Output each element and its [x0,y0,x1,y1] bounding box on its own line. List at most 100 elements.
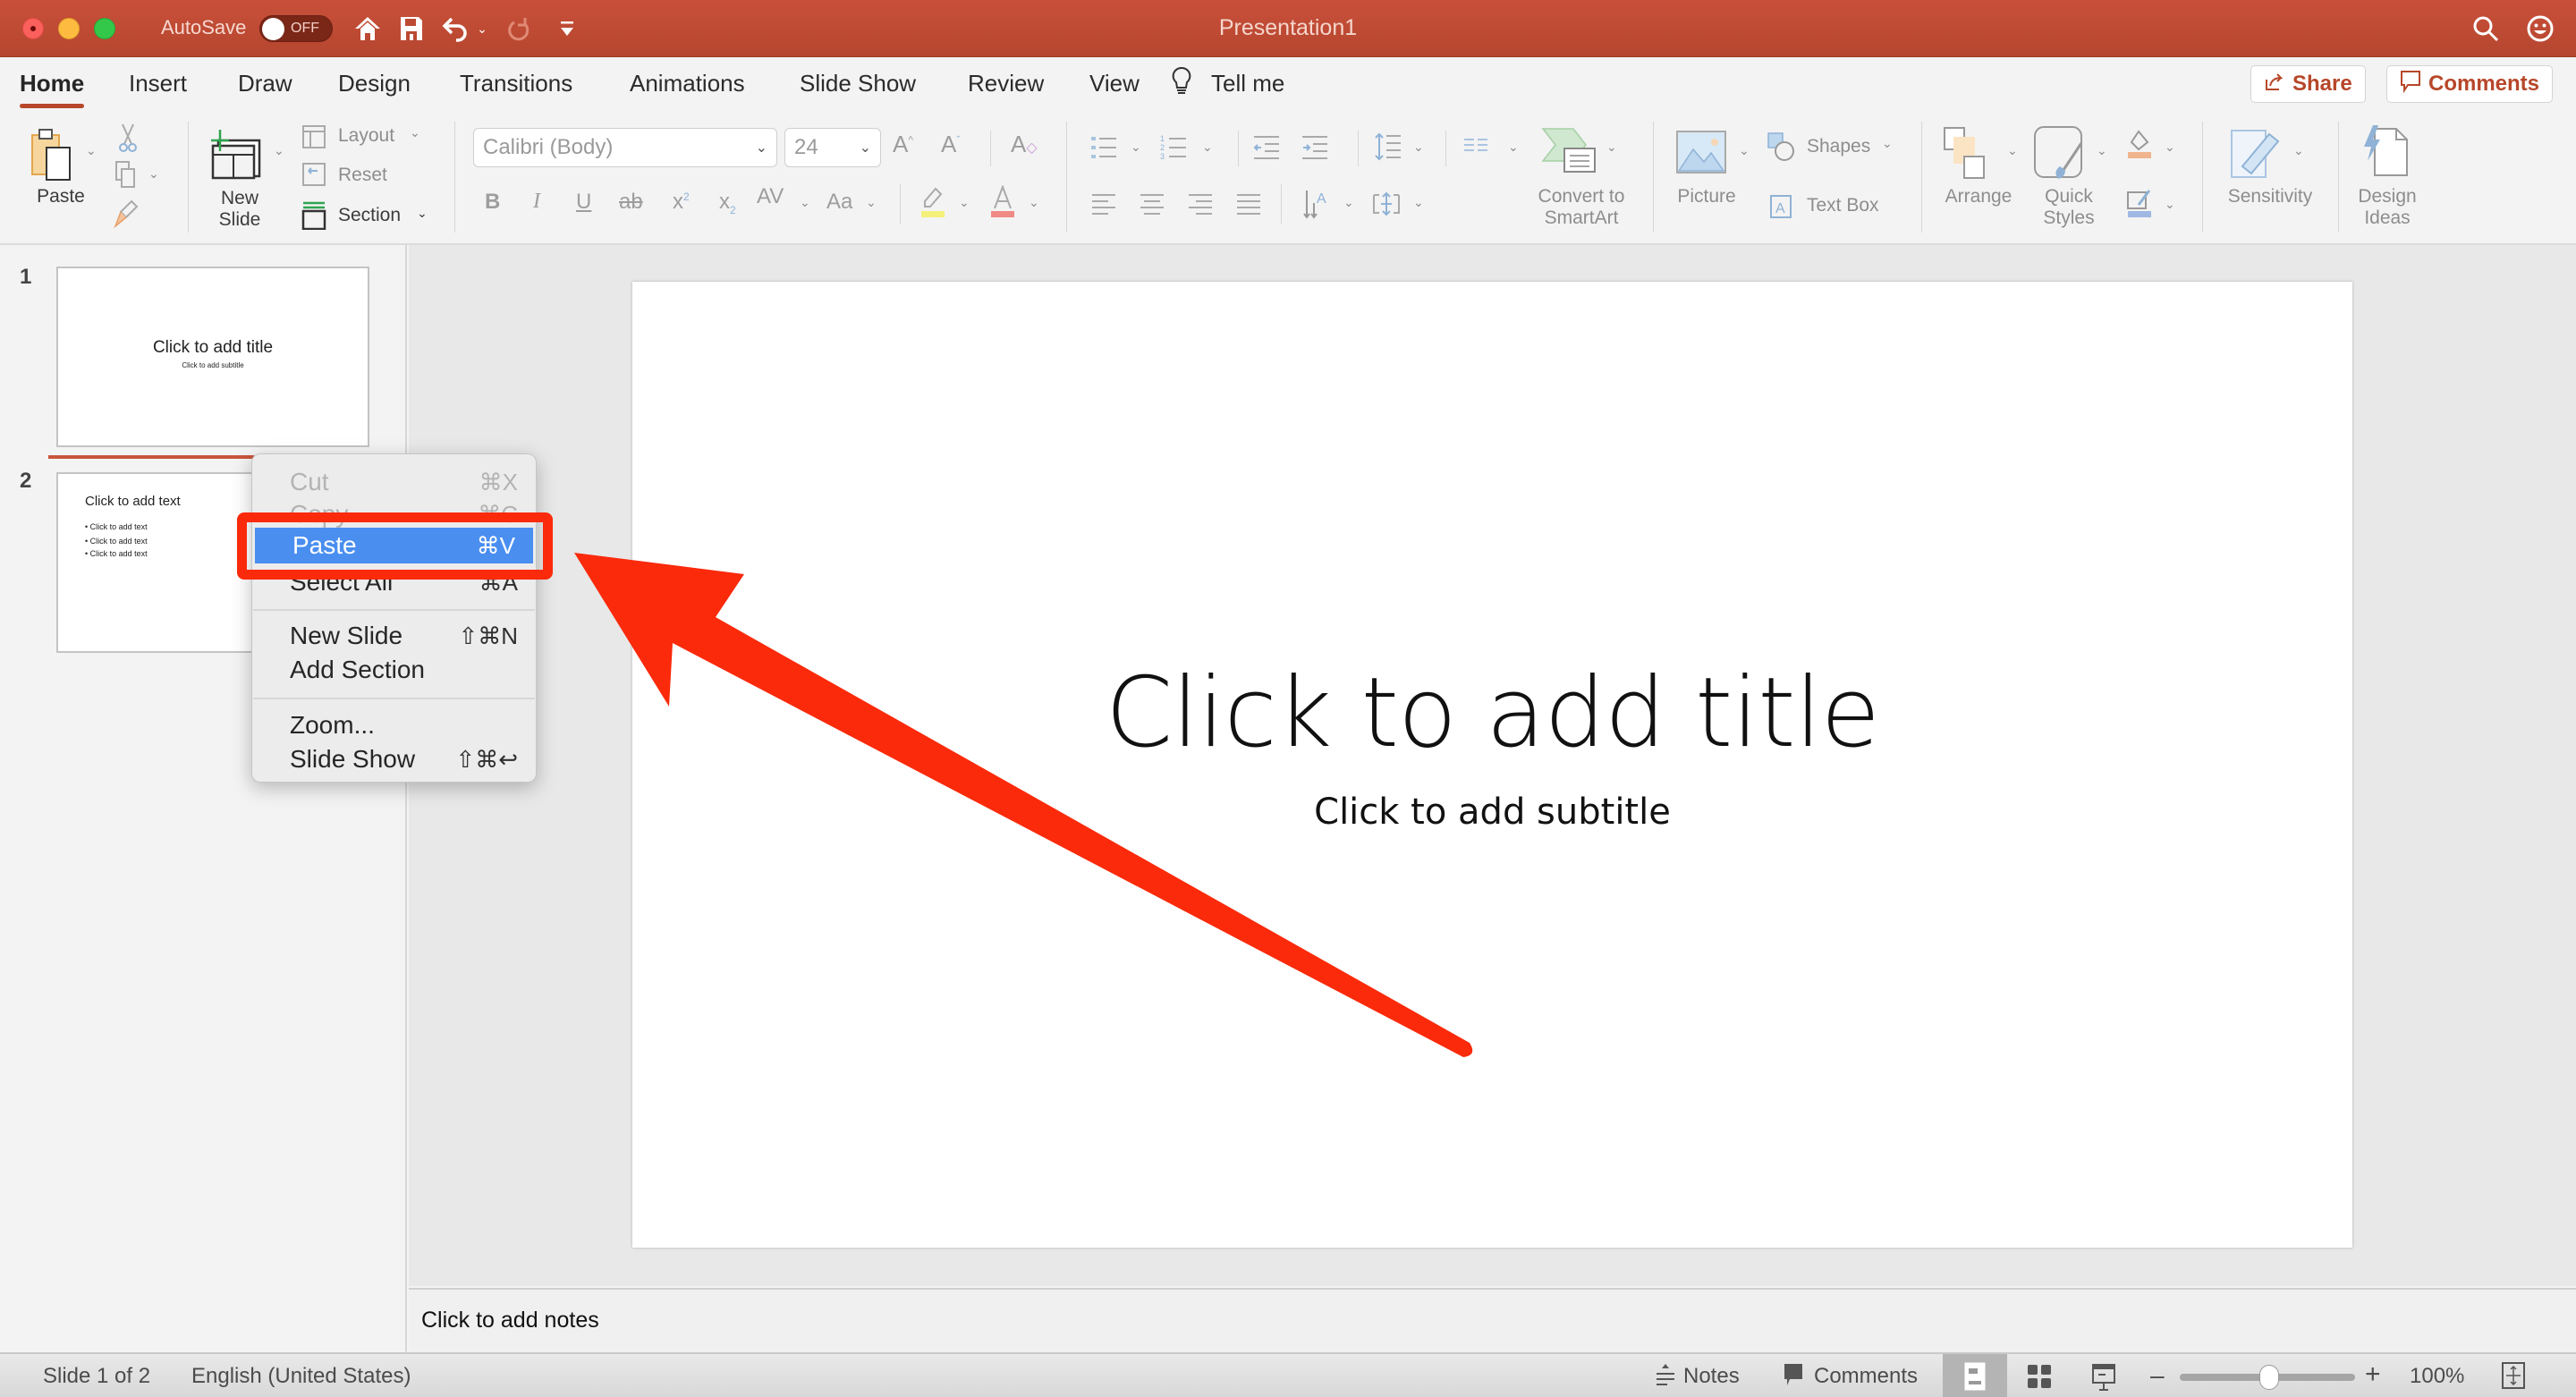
notes-toggle[interactable]: Notes [1683,1364,1740,1389]
presenter-view-button[interactable] [2072,1354,2136,1397]
paste-dropdown-chevron-icon[interactable]: ⌄ [86,143,97,158]
change-case-icon[interactable]: Aa [826,190,852,215]
text-direction-chevron-icon[interactable]: ⌄ [1343,195,1354,210]
shapes-chevron-icon[interactable]: ⌄ [1882,136,1893,151]
bold-icon[interactable]: B [485,190,500,215]
bullets-icon[interactable] [1088,132,1120,163]
menu-item-copy[interactable]: Copy ⌘C [252,497,536,531]
format-painter-icon[interactable] [111,199,141,231]
font-color-chevron-icon[interactable]: ⌄ [1029,195,1039,210]
arrange-chevron-icon[interactable]: ⌄ [2007,143,2018,158]
columns-chevron-icon[interactable]: ⌄ [1508,140,1519,155]
tab-review[interactable]: Review [968,70,1044,97]
comments-toggle[interactable]: Comments [1814,1364,1918,1389]
save-icon[interactable] [396,13,427,45]
numbering-icon[interactable]: 123 [1157,132,1190,163]
tab-view[interactable]: View [1089,70,1140,97]
menu-item-select-all[interactable]: Select All ⌘A [252,565,536,599]
section-button[interactable]: Section [338,205,401,226]
decrease-indent-icon[interactable] [1250,132,1283,163]
notes-pane[interactable]: Click to add notes [409,1288,2576,1352]
align-right-icon[interactable] [1186,190,1215,220]
reset-button[interactable]: Reset [338,165,387,186]
tab-slide-show[interactable]: Slide Show [800,70,916,97]
copy-dropdown-chevron-icon[interactable]: ⌄ [148,166,159,182]
tab-draw[interactable]: Draw [238,70,292,97]
columns-icon[interactable] [1462,134,1490,159]
picture-chevron-icon[interactable]: ⌄ [1739,143,1750,158]
subscript-icon[interactable]: x2 [719,190,736,216]
menu-item-add-section[interactable]: Add Section [252,653,536,687]
justify-icon[interactable] [1234,190,1263,220]
new-slide-button[interactable] [208,123,265,186]
picture-icon[interactable] [1674,127,1728,177]
cut-icon[interactable] [114,122,141,154]
maximize-window-button[interactable] [94,18,115,39]
font-color-icon[interactable] [987,184,1018,220]
feedback-smiley-icon[interactable] [2524,13,2556,45]
sensitivity-icon[interactable] [2229,123,2283,181]
align-text-chevron-icon[interactable]: ⌄ [1413,195,1424,210]
customize-toolbar-icon[interactable] [555,13,580,45]
tab-insert[interactable]: Insert [129,70,187,97]
layout-dropdown-chevron-icon[interactable]: ⌄ [410,125,420,140]
undo-icon[interactable] [440,13,470,45]
increase-font-size-icon[interactable]: A^ [893,131,913,158]
highlight-color-icon[interactable] [918,184,948,220]
tab-animations[interactable]: Animations [630,70,745,97]
sensitivity-chevron-icon[interactable]: ⌄ [2293,143,2304,158]
tab-transitions[interactable]: Transitions [460,70,572,97]
character-spacing-icon[interactable]: AV [757,184,784,209]
title-placeholder[interactable]: Click to add title [632,657,2352,769]
paste-button[interactable] [25,125,79,184]
menu-item-slide-show[interactable]: Slide Show ⇧⌘↩ [252,742,536,776]
change-case-chevron-icon[interactable]: ⌄ [866,195,877,210]
tell-me-search[interactable]: Tell me [1211,70,1284,97]
align-center-icon[interactable] [1138,190,1166,220]
slide-thumbnail-1[interactable]: Click to add title Click to add subtitle [56,267,369,447]
font-name-select[interactable]: Calibri (Body) ⌄ [473,128,777,167]
italic-icon[interactable]: I [533,190,540,214]
numbering-chevron-icon[interactable]: ⌄ [1202,140,1213,155]
fit-to-window-icon[interactable] [2501,1361,2526,1396]
text-box-icon[interactable]: A [1767,191,1794,222]
comments-button[interactable]: Comments [2386,65,2554,103]
home-icon[interactable] [351,13,385,45]
minimize-window-button[interactable] [58,18,80,39]
shapes-icon[interactable] [1766,131,1796,163]
decrease-font-size-icon[interactable]: Aˇ [941,131,960,158]
zoom-in-button[interactable]: + [2365,1359,2381,1390]
menu-item-paste[interactable]: Paste ⌘V [255,528,533,563]
line-spacing-icon[interactable] [1372,131,1404,163]
zoom-out-button[interactable]: – [2150,1361,2165,1390]
language[interactable]: English (United States) [191,1364,411,1389]
font-size-select[interactable]: 24 ⌄ [784,128,881,167]
convert-to-smartart-icon[interactable] [1540,123,1599,177]
zoom-slider-handle[interactable] [2259,1365,2279,1390]
slide-sorter-view-button[interactable] [2007,1354,2072,1397]
clear-formatting-icon[interactable]: A◇ [1011,131,1038,158]
line-spacing-chevron-icon[interactable]: ⌄ [1413,140,1424,155]
bullets-chevron-icon[interactable]: ⌄ [1131,140,1141,155]
quick-styles-icon[interactable] [2032,123,2088,182]
increase-indent-icon[interactable] [1299,132,1331,163]
menu-item-new-slide[interactable]: New Slide ⇧⌘N [252,619,536,653]
autosave-toggle[interactable]: OFF [259,15,333,42]
slide-canvas[interactable]: Click to add title Click to add subtitle [632,282,2352,1248]
shape-outline-icon[interactable] [2125,188,2154,220]
normal-view-button[interactable] [1943,1354,2007,1397]
section-dropdown-chevron-icon[interactable]: ⌄ [417,206,428,221]
subtitle-placeholder[interactable]: Click to add subtitle [632,792,2352,833]
copy-icon[interactable] [111,159,141,191]
shapes-button[interactable]: Shapes [1807,136,1870,157]
menu-item-zoom[interactable]: Zoom... [252,708,536,742]
zoom-level[interactable]: 100% [2410,1364,2464,1389]
new-slide-dropdown-chevron-icon[interactable]: ⌄ [274,143,284,158]
text-direction-icon[interactable]: A [1301,186,1333,222]
close-window-button[interactable] [22,18,44,39]
tab-design[interactable]: Design [338,70,411,97]
character-spacing-chevron-icon[interactable]: ⌄ [800,195,810,210]
superscript-icon[interactable]: x2 [673,190,690,215]
menu-item-cut[interactable]: Cut ⌘X [252,465,536,499]
search-icon[interactable] [2470,13,2501,45]
